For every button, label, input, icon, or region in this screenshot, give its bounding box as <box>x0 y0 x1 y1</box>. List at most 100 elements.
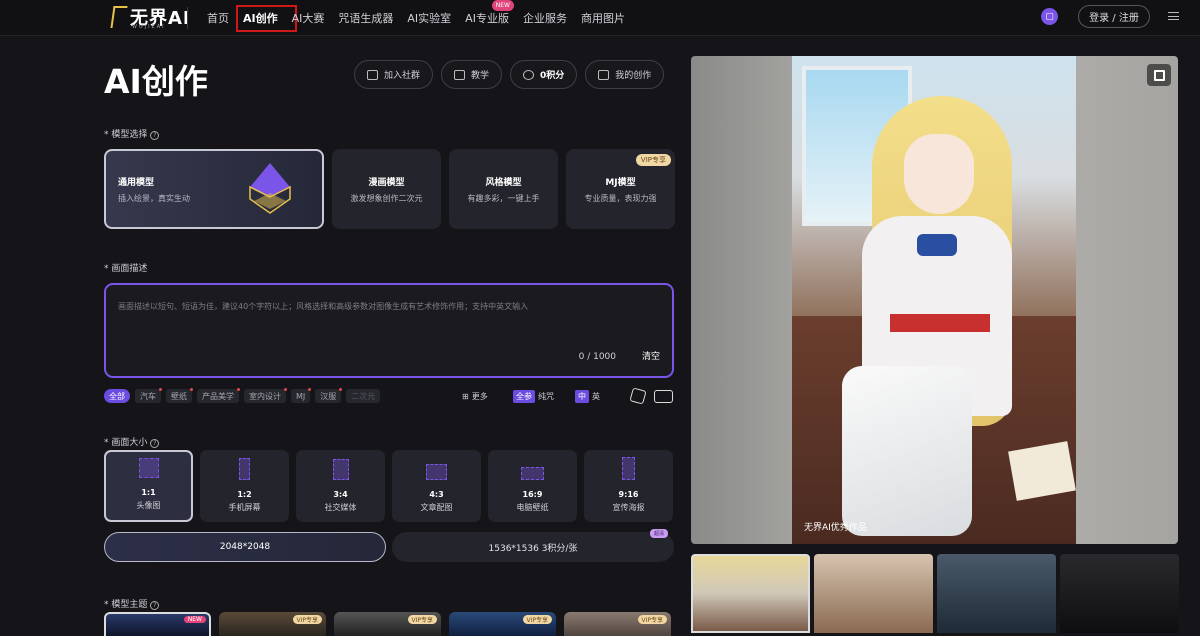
pure-label: 纯咒 <box>538 391 554 401</box>
robot-icon[interactable] <box>654 390 673 403</box>
points-label: 0积分 <box>540 71 565 81</box>
size-option-4-3[interactable]: 4:3 文章配图 <box>392 450 481 522</box>
community-icon <box>367 69 378 80</box>
theme-card[interactable]: VIP专享 <box>564 612 671 636</box>
ratio-frame-icon <box>138 458 159 478</box>
nav-item-ai-lab[interactable]: AI实验室 <box>400 0 458 36</box>
tag-label: 室内设计 <box>249 391 281 401</box>
model-title: 漫画模型 <box>368 177 405 188</box>
header-divider <box>187 7 188 29</box>
model-card-general[interactable]: 通用模型 插入绘景，真实生动 <box>104 149 324 229</box>
size-options: 1:1 头像图 1:2 手机屏幕 3:4 社交媒体 4:3 文章配图 16:9 … <box>104 450 673 522</box>
tag-wallpaper[interactable]: 壁纸 <box>166 388 193 403</box>
my-creations-button[interactable]: 我的创作 <box>585 60 665 89</box>
desc-section-label: * 画面描述 <box>104 264 148 274</box>
size-ratio: 3:4 <box>333 490 348 499</box>
size-ratio: 9:16 <box>618 490 639 499</box>
logo-subtext: WUJIEAI <box>132 24 166 30</box>
thumbnail[interactable] <box>1060 554 1179 633</box>
model-card-comic[interactable]: 漫画模型 激发想象创作二次元 <box>332 149 441 229</box>
tag-all[interactable]: 全部 <box>104 389 130 403</box>
clear-button[interactable]: 清空 <box>642 349 660 362</box>
fullscreen-icon[interactable] <box>1147 64 1171 86</box>
tag-mj[interactable]: MJ <box>291 388 312 403</box>
login-button[interactable]: 登录 / 注册 <box>1078 5 1150 28</box>
hd-badge: 超清 <box>649 529 668 538</box>
pure-prefix: 全参 <box>513 389 535 403</box>
size-option-16-9[interactable]: 16:9 电脑壁纸 <box>488 450 577 522</box>
join-community-label: 加入社群 <box>384 71 421 81</box>
thumbnail[interactable] <box>937 554 1056 633</box>
ratio-frame-icon <box>239 458 250 480</box>
model-desc: 有趣多彩，一键上手 <box>467 193 540 203</box>
theme-card[interactable]: VIP专享 <box>334 612 441 636</box>
new-badge: NEW <box>183 616 206 623</box>
lang-en: 英 <box>592 391 600 401</box>
model-desc: 激发想象创作二次元 <box>350 193 423 203</box>
theme-card[interactable]: NEW <box>104 612 211 636</box>
tag-label: 汽车 <box>140 391 156 401</box>
model-card-mj[interactable]: VIP专享 MJ模型 专业质量，表现力强 <box>566 149 675 229</box>
size-option-1-1[interactable]: 1:1 头像图 <box>104 450 193 522</box>
model-section-title: * 模型选择 <box>104 130 148 140</box>
pure-prompt-toggle[interactable]: 全参 纯咒 <box>513 389 554 403</box>
tag-product[interactable]: 产品美学 <box>197 388 240 403</box>
nav-item-ai-pro[interactable]: AI专业版 NEW <box>458 0 516 36</box>
tag-interior[interactable]: 室内设计 <box>244 388 287 403</box>
model-desc: 插入绘景，真实生动 <box>118 193 190 203</box>
thumbnail[interactable] <box>691 554 810 633</box>
nav-item-commercial-images[interactable]: 商用图片 <box>574 0 632 36</box>
help-icon[interactable]: ? <box>150 439 160 448</box>
folder-icon <box>598 69 610 80</box>
vip-badge: VIP专享 <box>407 615 437 624</box>
logo[interactable]: 无界AI WUJIEAI <box>110 4 191 30</box>
help-icon[interactable]: ? <box>150 131 160 140</box>
thumbnail-strip <box>691 554 1179 633</box>
vip-badge: VIP专享 <box>522 615 552 624</box>
model-title: 通用模型 <box>118 177 155 188</box>
tag-car[interactable]: 汽车 <box>135 388 162 403</box>
more-tags-button[interactable]: ⊞ 更多 <box>462 389 488 403</box>
tag-label: 壁纸 <box>171 391 187 401</box>
nav-item-prompt-generator[interactable]: 咒语生成器 <box>331 0 400 36</box>
hamburger-menu-icon[interactable] <box>1168 10 1179 22</box>
nav-item-home[interactable]: 首页 <box>200 0 236 36</box>
thumbnail[interactable] <box>814 554 933 633</box>
size-option-1-2[interactable]: 1:2 手机屏幕 <box>200 450 289 522</box>
size-name: 社交媒体 <box>324 503 357 512</box>
tag-label: 产品美学 <box>202 391 234 401</box>
theme-card[interactable]: VIP专享 <box>449 612 556 636</box>
resolution-option-2048[interactable]: 2048*2048 <box>104 532 386 562</box>
nav-item-enterprise[interactable]: 企业服务 <box>516 0 574 36</box>
size-option-3-4[interactable]: 3:4 社交媒体 <box>296 450 385 522</box>
tutorial-button[interactable]: 教学 <box>441 60 503 89</box>
tag-label: 汉服 <box>320 391 337 401</box>
help-icon[interactable]: ? <box>150 601 160 610</box>
discord-icon[interactable]: ▢ <box>1041 8 1058 25</box>
nav-item-ai-contest[interactable]: AI大赛 <box>285 0 332 36</box>
ratio-frame-icon <box>332 459 349 480</box>
prompt-tags: 全部 汽车 壁纸 产品美学 室内设计 MJ 汉服 二次元 <box>104 388 381 403</box>
language-toggle[interactable]: 中英 <box>575 389 600 403</box>
size-option-9-16[interactable]: 9:16 宣传海报 <box>584 450 673 522</box>
join-community-button[interactable]: 加入社群 <box>354 60 434 89</box>
tag-label: MJ <box>296 391 306 401</box>
char-count: 0 / 1000 <box>578 352 616 362</box>
book-icon <box>454 69 466 80</box>
theme-section-title: * 模型主题 <box>104 600 148 610</box>
size-name: 头像图 <box>136 501 161 510</box>
nav-item-ai-create[interactable]: AI创作 <box>236 0 297 36</box>
prompt-placeholder: 画面描述以短句、短语为佳，建议40个字符以上；风格选择和高级参数对图像生成有艺术… <box>118 302 529 311</box>
tutorial-label: 教学 <box>471 71 490 81</box>
resolution-option-1536[interactable]: 1536*1536 3积分/张 超清 <box>392 529 674 562</box>
ratio-frame-icon <box>521 467 544 480</box>
model-card-style[interactable]: 风格模型 有趣多彩，一键上手 <box>449 149 558 229</box>
dice-icon[interactable] <box>629 387 647 405</box>
top-bar: 无界AI WUJIEAI 首页 AI创作 AI大赛 咒语生成器 AI实验室 AI… <box>0 0 1200 36</box>
vip-badge: VIP专享 <box>637 615 667 624</box>
theme-card[interactable]: VIP专享 <box>219 612 326 636</box>
prompt-textarea[interactable]: 画面描述以短句、短语为佳，建议40个字符以上；风格选择和高级参数对图像生成有艺术… <box>104 283 674 378</box>
points-button[interactable]: 0积分 <box>510 60 578 89</box>
tag-hanfu[interactable]: 汉服 <box>315 388 343 403</box>
tag-anime[interactable]: 二次元 <box>346 389 381 403</box>
